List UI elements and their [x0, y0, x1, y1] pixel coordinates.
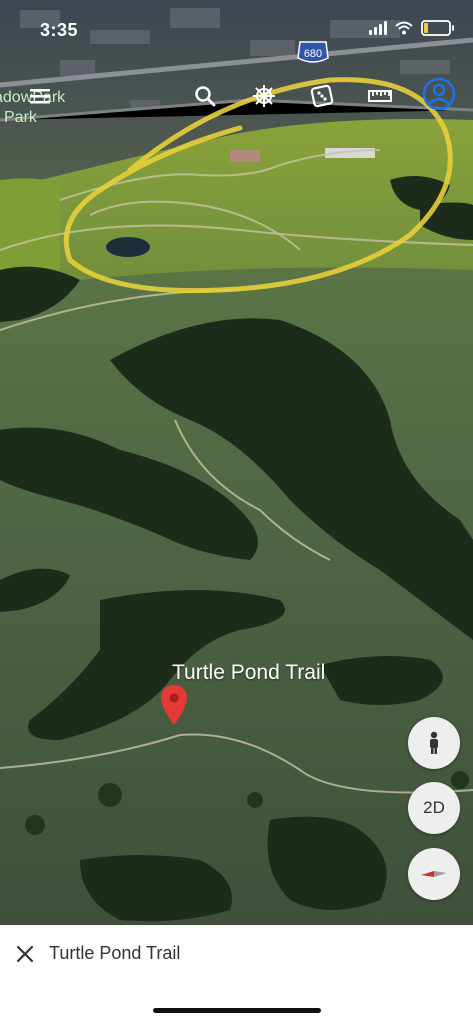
- pegman-button[interactable]: [408, 717, 460, 769]
- wifi-icon: [395, 21, 413, 35]
- map-view[interactable]: 680: [0, 0, 473, 925]
- compass-icon: [421, 871, 447, 877]
- marker-title: Turtle Pond Trail: [172, 661, 326, 684]
- voyager-wheel-icon: [253, 85, 275, 107]
- menu-icon: [30, 89, 50, 104]
- home-indicator[interactable]: [153, 1008, 321, 1013]
- search-icon: [195, 86, 216, 107]
- feeling-lucky-button[interactable]: [304, 78, 340, 114]
- status-time: 3:35: [40, 20, 79, 40]
- compass-button[interactable]: [408, 848, 460, 900]
- account-icon: [422, 77, 456, 111]
- pegman-icon: [430, 731, 438, 754]
- cellular-signal-icon: [369, 21, 387, 35]
- location-pin-icon[interactable]: [160, 684, 188, 726]
- voyager-button[interactable]: [246, 78, 282, 114]
- search-button[interactable]: [187, 78, 223, 114]
- close-button[interactable]: [12, 941, 38, 967]
- measure-button[interactable]: [362, 78, 398, 114]
- top-toolbar: [0, 76, 473, 118]
- toggle-2d-button[interactable]: 2D: [408, 782, 460, 834]
- account-button[interactable]: [421, 76, 457, 112]
- status-bar: 3:35: [0, 0, 473, 60]
- close-icon: [16, 945, 34, 963]
- toggle-2d-label: 2D: [423, 798, 445, 817]
- battery-icon: [421, 20, 454, 36]
- menu-button[interactable]: [22, 78, 58, 114]
- sheet-title[interactable]: Turtle Pond Trail: [49, 943, 180, 964]
- feeling-lucky-dice-icon: [310, 84, 334, 108]
- measure-ruler-icon: [368, 90, 392, 102]
